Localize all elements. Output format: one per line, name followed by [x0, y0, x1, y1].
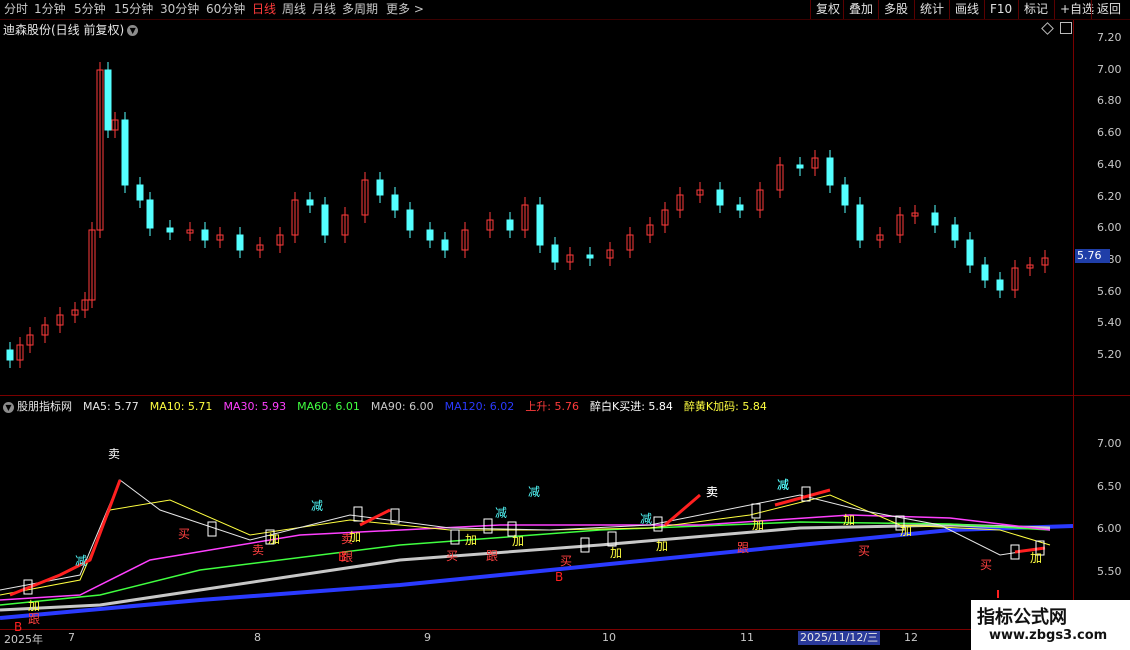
current-date-label: 2025/11/12/三	[798, 631, 881, 645]
price-tick: 6.40	[1097, 157, 1122, 171]
candle-body	[406, 209, 414, 231]
signal-label: 卖	[108, 447, 121, 461]
signal-box	[207, 521, 217, 537]
signal-label: 减	[640, 512, 653, 526]
candle-body	[166, 227, 174, 233]
x-label: 11	[740, 631, 754, 644]
signal-label: 加	[610, 546, 623, 560]
candle-body	[104, 69, 112, 131]
candle-body	[536, 204, 544, 246]
candle-body	[716, 189, 724, 206]
signal-label: 加	[512, 534, 525, 548]
current-price-tag: 5.76	[1075, 249, 1110, 263]
signal-label: 跟	[737, 541, 750, 555]
candle-body	[236, 234, 244, 251]
candle-body	[136, 184, 144, 201]
candle-body	[856, 204, 864, 241]
price-tick: 6.80	[1097, 94, 1122, 108]
candle-body	[586, 254, 594, 259]
signal-label: 减	[777, 478, 790, 492]
candle-body	[376, 179, 384, 196]
signal-label: 买	[980, 558, 993, 572]
candle-body	[841, 184, 849, 206]
price-tick: 5.40	[1097, 316, 1122, 330]
signal-label: 跟	[486, 549, 499, 563]
signal-label: 加	[752, 518, 765, 532]
indicator-tick: 7.00	[1097, 437, 1122, 450]
candle-body	[391, 194, 399, 211]
signal-label: 加	[656, 539, 669, 553]
signal-box	[801, 486, 811, 502]
x-label: 2025年	[4, 633, 43, 646]
candle-body	[146, 199, 154, 229]
price-tick: 6.00	[1097, 221, 1122, 235]
signal-label: B	[555, 570, 564, 584]
x-label: 8	[254, 631, 261, 644]
signal-label: 跟	[341, 550, 354, 564]
price-tick: 5.20	[1097, 348, 1122, 361]
signal-label: 买	[178, 527, 191, 541]
ma-line	[664, 493, 701, 527]
watermark-url: www.zbgs3.com	[989, 628, 1108, 643]
price-tick: 5.60	[1097, 284, 1122, 298]
x-label: 7	[68, 631, 75, 644]
kline-chart[interactable]	[0, 0, 1073, 630]
x-label: 10	[602, 631, 616, 644]
x-label: 12	[904, 631, 918, 644]
signal-label: 加	[843, 513, 856, 527]
signal-label: 买	[446, 549, 459, 563]
price-tick: 7.20	[1097, 31, 1122, 44]
candle-body	[306, 199, 314, 206]
signal-label: 减	[311, 499, 324, 513]
watermark-title: 指标公式网	[977, 607, 1067, 628]
candle-body	[951, 224, 959, 241]
candle-body	[931, 212, 939, 226]
ma-line	[0, 524, 1073, 620]
signal-label: 减	[75, 554, 88, 568]
price-tick: 6.20	[1097, 189, 1122, 203]
x-label: 9	[424, 631, 431, 644]
y-axis-divider	[1073, 20, 1074, 630]
indicator-tick: 5.50	[1097, 564, 1122, 578]
candle-body	[981, 264, 989, 281]
signal-label: 加	[1030, 551, 1043, 565]
candle-body	[796, 164, 804, 169]
signal-label: 减	[528, 485, 541, 499]
signal-label: 加	[349, 530, 362, 544]
candle-body	[736, 204, 744, 211]
candle-body	[201, 229, 209, 241]
signal-label: 买	[560, 554, 573, 568]
candle-body	[551, 244, 559, 263]
signal-label: 买	[858, 544, 871, 558]
signal-box	[353, 506, 363, 522]
signal-label: 加	[28, 599, 41, 613]
signal-label: 卖	[252, 543, 265, 557]
indicator-tick: 6.50	[1097, 479, 1122, 493]
watermark-logo: 指标公式网 www.zbgs3.com	[971, 600, 1130, 650]
signal-label: 减	[495, 506, 508, 520]
signal-label: 加	[465, 533, 478, 547]
candle-body	[506, 219, 514, 231]
candle-body	[441, 239, 449, 251]
candle-body	[6, 349, 14, 361]
candle-body	[121, 119, 129, 186]
candle-body	[321, 204, 329, 236]
price-tick: 6.60	[1097, 126, 1122, 140]
signal-label: 加	[268, 532, 281, 546]
signal-label: 卖	[706, 485, 719, 499]
back-button[interactable]: 返回	[1091, 0, 1126, 19]
candle-body	[826, 157, 834, 186]
candle-body	[966, 239, 974, 266]
signal-label: 加	[900, 524, 913, 538]
candle-body	[996, 279, 1004, 291]
signal-box	[450, 529, 460, 545]
ma-line	[0, 514, 1051, 601]
indicator-tick: 6.00	[1097, 522, 1122, 535]
candle-body	[426, 229, 434, 241]
price-tick: 7.00	[1097, 62, 1122, 76]
